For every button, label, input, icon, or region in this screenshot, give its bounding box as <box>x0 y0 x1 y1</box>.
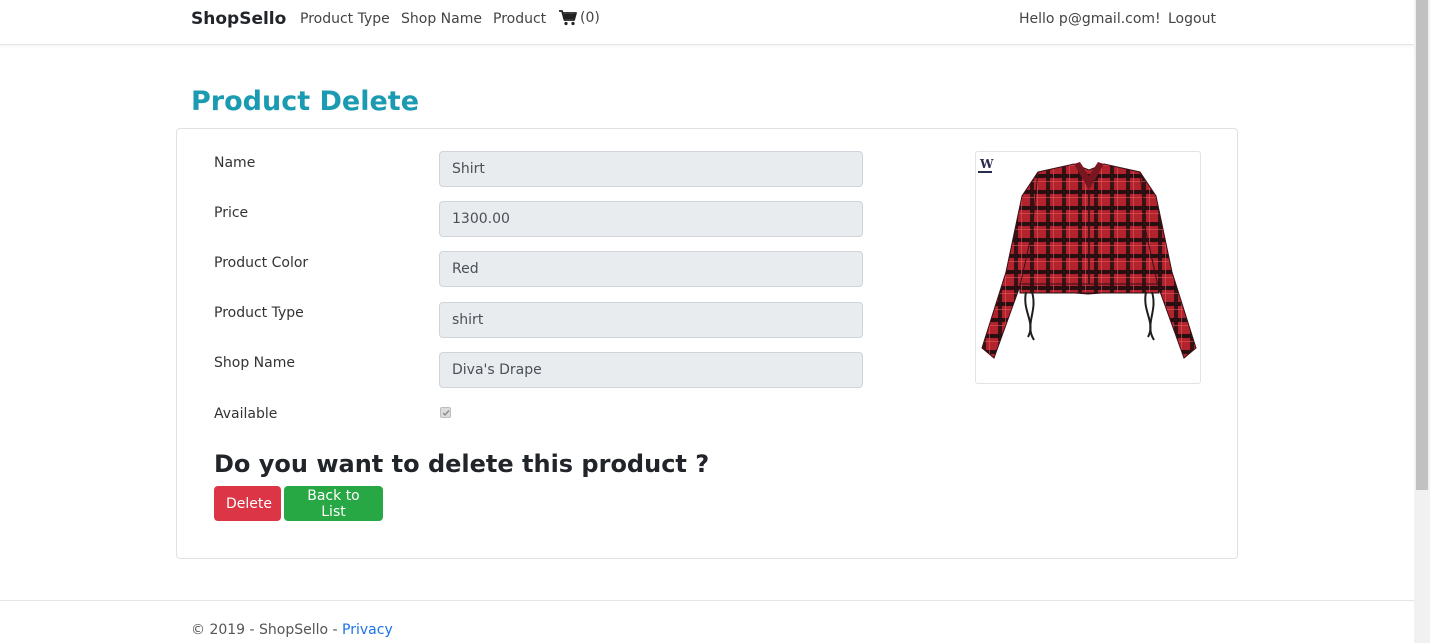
checkmark-icon <box>442 409 450 416</box>
top-navbar: ShopSello Product Type Shop Name Product… <box>0 0 1414 45</box>
product-color-label: Product Color <box>214 255 309 271</box>
back-to-list-button[interactable]: Back to List <box>284 486 383 521</box>
delete-button[interactable]: Delete <box>214 486 281 521</box>
footer: © 2019 - ShopSello - Privacy <box>0 600 1414 643</box>
shopping-cart-icon <box>559 10 577 26</box>
product-type-label: Product Type <box>214 305 304 321</box>
cart-count: (0) <box>580 10 600 26</box>
nav-link-product-type[interactable]: Product Type <box>300 11 390 27</box>
product-image: W <box>975 151 1201 384</box>
vertical-scrollbar[interactable] <box>1414 0 1430 643</box>
scrollbar-thumb[interactable] <box>1416 0 1428 490</box>
brand-link[interactable]: ShopSello <box>191 9 286 29</box>
available-checkbox[interactable] <box>440 407 451 418</box>
logout-link[interactable]: Logout <box>1168 11 1216 27</box>
price-field[interactable] <box>439 201 863 237</box>
privacy-link[interactable]: Privacy <box>342 622 393 638</box>
shop-name-field[interactable] <box>439 352 863 388</box>
name-label: Name <box>214 155 256 171</box>
shop-name-label: Shop Name <box>214 355 295 371</box>
brand-logo: W <box>979 157 994 171</box>
product-type-field[interactable] <box>439 302 863 338</box>
delete-confirmation-question: Do you want to delete this product ? <box>214 450 710 478</box>
user-greeting[interactable]: Hello p@gmail.com! <box>1019 11 1161 27</box>
available-label: Available <box>214 406 278 422</box>
footer-text: © 2019 - ShopSello - Privacy <box>191 622 393 638</box>
nav-link-product[interactable]: Product <box>493 11 546 27</box>
cart-link[interactable]: (0) <box>559 10 600 26</box>
name-field[interactable] <box>439 151 863 187</box>
copyright-text: © 2019 - ShopSello - <box>191 622 343 638</box>
nav-link-shop-name[interactable]: Shop Name <box>401 11 482 27</box>
product-color-field[interactable] <box>439 251 863 287</box>
page-title: Product Delete <box>191 86 420 117</box>
plaid-shirt-image: W <box>978 157 1197 359</box>
price-label: Price <box>214 205 249 221</box>
